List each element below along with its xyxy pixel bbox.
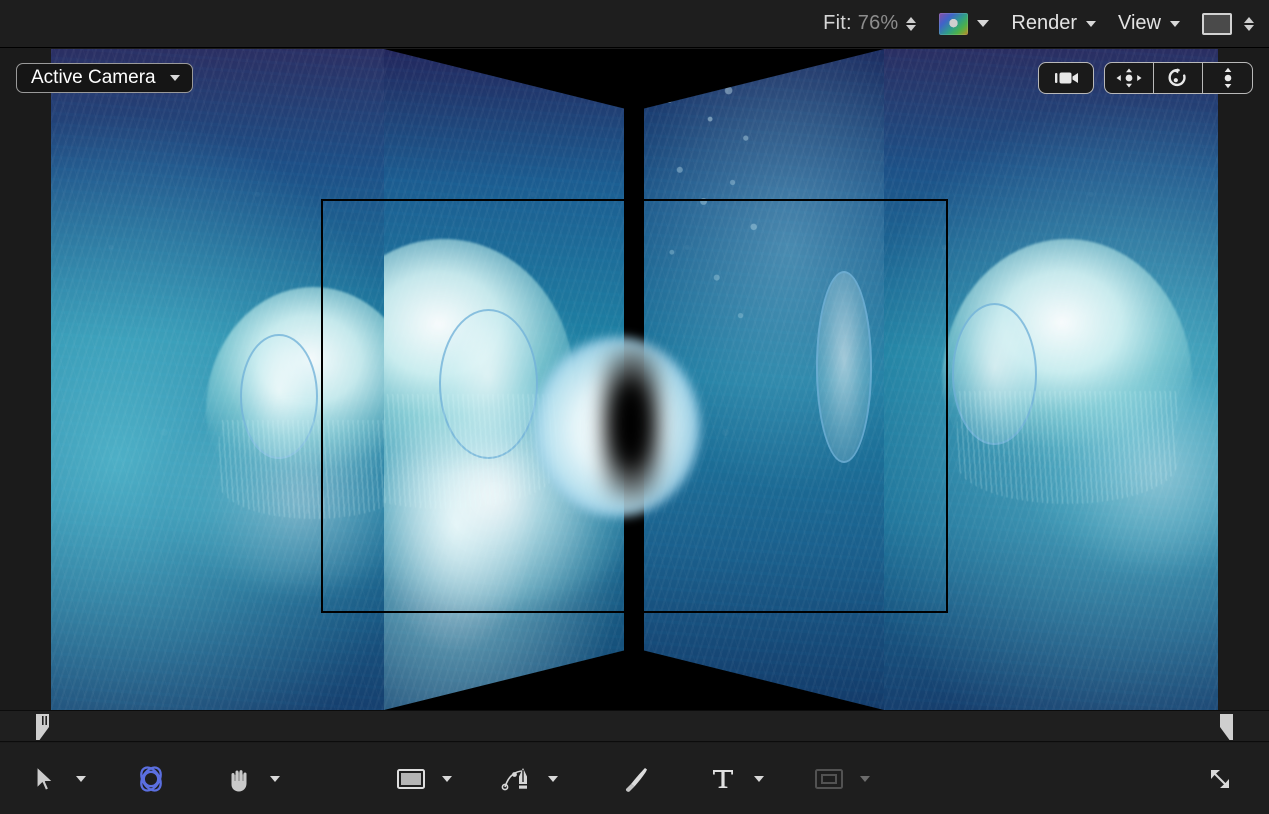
up-down-arrows-dolly-icon bbox=[1220, 67, 1236, 89]
stepper-updown-icon[interactable] bbox=[1242, 17, 1255, 31]
text-t-icon bbox=[710, 766, 736, 792]
orbit-camera-button[interactable] bbox=[1154, 63, 1203, 93]
render-menu-label: Render bbox=[1011, 12, 1077, 35]
text-tool[interactable] bbox=[702, 758, 744, 800]
jellyfish-tentacles bbox=[957, 391, 1177, 504]
jellyfish-bell-shape bbox=[942, 239, 1192, 484]
rectangle-shape-icon bbox=[396, 767, 426, 791]
bezier-pen-tool-dropdown[interactable] bbox=[538, 758, 568, 800]
camera-navigation-segment bbox=[1104, 62, 1253, 94]
shape-tool-dropdown[interactable] bbox=[432, 758, 462, 800]
chevron-down-icon bbox=[170, 75, 180, 81]
motion-canvas-window: Fit: 76% Render View bbox=[0, 0, 1269, 814]
view-menu-button[interactable]: View bbox=[1118, 12, 1180, 35]
bottom-toolbar bbox=[0, 743, 1269, 814]
selection-bounding-box[interactable] bbox=[321, 199, 948, 613]
jellyfish-bell-right-outer bbox=[942, 239, 1192, 484]
top-toolbar: Fit: 76% Render View bbox=[0, 0, 1269, 48]
chevron-down-icon bbox=[442, 776, 452, 782]
camera-tools-group bbox=[1038, 62, 1253, 94]
zoom-fit-value: 76% bbox=[858, 12, 899, 35]
in-point-marker-icon bbox=[36, 714, 52, 740]
chevron-down-icon bbox=[860, 776, 870, 782]
bezier-pen-icon bbox=[501, 765, 533, 793]
jellyfish-lobe bbox=[952, 303, 1037, 445]
chevron-down-icon[interactable] bbox=[977, 20, 989, 27]
video-camera-icon bbox=[1052, 70, 1080, 86]
background-color-control[interactable] bbox=[1202, 13, 1255, 35]
stepper-updown-icon[interactable] bbox=[904, 17, 917, 31]
chevron-down-icon bbox=[548, 776, 558, 782]
out-point-marker-icon bbox=[1217, 714, 1233, 740]
camera-button[interactable] bbox=[1038, 62, 1094, 94]
pan-camera-button[interactable] bbox=[1105, 63, 1154, 93]
active-camera-label: Active Camera bbox=[31, 67, 156, 89]
diagonal-resize-arrow-icon bbox=[1205, 764, 1235, 794]
underwater-glow bbox=[1034, 379, 1218, 569]
dolly-camera-button[interactable] bbox=[1203, 63, 1252, 93]
shape-tool[interactable] bbox=[390, 758, 432, 800]
mask-tool-dropdown[interactable] bbox=[850, 758, 880, 800]
paintbrush-icon bbox=[621, 765, 649, 793]
view-menu-label: View bbox=[1118, 12, 1161, 35]
chevron-down-icon bbox=[754, 776, 764, 782]
chevron-down-icon bbox=[1170, 21, 1180, 27]
jellyfish-lobe bbox=[240, 334, 317, 459]
canvas-letterbox-left bbox=[0, 49, 51, 710]
in-point-marker[interactable] bbox=[36, 714, 52, 740]
active-camera-dropdown[interactable]: Active Camera bbox=[16, 63, 193, 93]
bottom-toolbar-center-group bbox=[0, 758, 1269, 800]
resize-canvas-button[interactable] bbox=[1199, 758, 1241, 800]
color-swatch-button[interactable] bbox=[939, 13, 989, 35]
chevron-down-icon bbox=[1086, 21, 1096, 27]
canvas-letterbox-right bbox=[1218, 49, 1269, 710]
zoom-fit-label: Fit: bbox=[823, 12, 852, 35]
text-tool-dropdown[interactable] bbox=[744, 758, 774, 800]
render-menu-button[interactable]: Render bbox=[1011, 12, 1096, 35]
four-arrows-pan-icon bbox=[1116, 68, 1142, 88]
mask-tool[interactable] bbox=[808, 758, 850, 800]
timeline-strip[interactable] bbox=[0, 710, 1269, 742]
color-gradient-swatch-icon bbox=[939, 13, 968, 35]
zoom-fit-control[interactable]: Fit: 76% bbox=[823, 12, 917, 35]
rectangle-mask-icon bbox=[814, 767, 844, 791]
bezier-pen-tool[interactable] bbox=[496, 758, 538, 800]
bottom-toolbar-right-group bbox=[1199, 758, 1241, 800]
out-point-marker[interactable] bbox=[1217, 714, 1233, 740]
background-color-swatch-icon bbox=[1202, 13, 1232, 35]
viewer-canvas[interactable]: Active Camera bbox=[0, 49, 1269, 710]
paint-stroke-tool[interactable] bbox=[614, 758, 656, 800]
circular-arrow-orbit-icon bbox=[1167, 67, 1189, 89]
